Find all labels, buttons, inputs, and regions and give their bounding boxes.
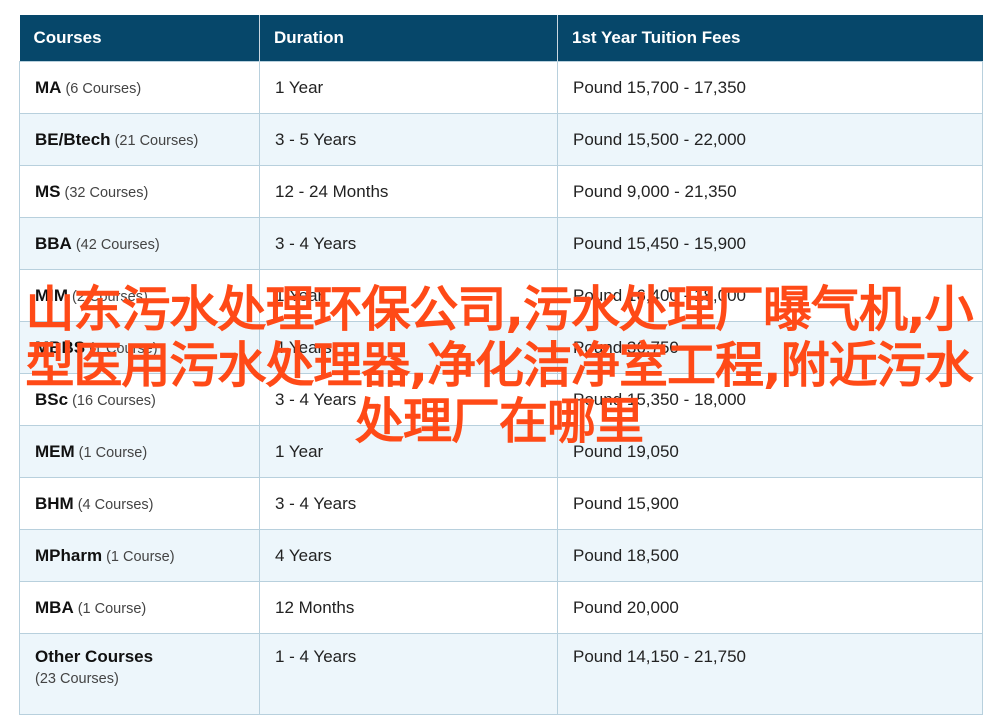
course-count: (42 Courses) (75, 236, 160, 253)
course-name: Other Courses (35, 647, 154, 666)
tuition-fees-cell: Pound 14,150 - 21,750 (557, 633, 983, 715)
header-duration: Duration (259, 15, 558, 62)
table-row: MA (6 Courses) 1 Year Pound 15,700 - 17,350 (19, 61, 983, 114)
course-cell: BBA (42 Courses) (19, 217, 260, 270)
tuition-fees-cell: Pound 18,500 (557, 529, 983, 582)
table-row: BE/Btech (21 Courses) 3 - 5 Years Pound 15,… (19, 113, 983, 166)
header-tuition-fees: 1st Year Tuition Fees (557, 15, 983, 62)
table-row: MS (32 Courses) 12 - 24 Months Pound 9,000 … (19, 165, 983, 218)
header-courses: Courses (19, 15, 260, 62)
course-cell: MBA (1 Course) (19, 581, 260, 634)
course-cell: Other Courses (23 Courses) (19, 633, 260, 715)
duration-cell: 4 Years (259, 529, 558, 582)
course-cell: BE/Btech (21 Courses) (19, 113, 260, 166)
duration-cell: 3 - 5 Years (259, 113, 558, 166)
tuition-fees-cell: Pound 15,900 (557, 477, 983, 530)
course-count: (23 Courses) (35, 671, 119, 687)
course-name: BBA (35, 233, 72, 253)
table-row: BBA (42 Courses) 3 - 4 Years Pound 15,450 -… (19, 217, 983, 270)
tuition-fees-cell: Pound 15,450 - 15,900 (557, 217, 983, 270)
tuition-fees-cell: Pound 9,000 - 21,350 (557, 165, 983, 218)
course-count: (4 Courses) (77, 496, 154, 513)
course-name: BHM (35, 493, 74, 513)
course-cell: MPharm (1 Course) (19, 529, 260, 582)
duration-cell: 3 - 4 Years (259, 477, 558, 530)
course-count: (6 Courses) (65, 80, 142, 97)
course-name: MA (35, 77, 62, 97)
course-name: BE/Btech (35, 129, 111, 149)
duration-cell: 1 - 4 Years (259, 633, 558, 715)
course-name: MBA (35, 597, 74, 617)
table-row: MBA (1 Course) 12 Months Pound 20,000 (19, 581, 983, 634)
course-name: MPharm (35, 545, 103, 565)
course-count: (21 Courses) (114, 132, 199, 149)
tuition-fees-cell: Pound 20,000 (557, 581, 983, 634)
overlay-banner-text: 山东污水处理环保公司,污水处理厂曝气机,小型医用污水处理器,净化洁净室工程,附近… (25, 281, 973, 450)
course-count: (1 Course) (106, 548, 175, 565)
tuition-fees-cell: Pound 15,500 - 22,000 (557, 113, 983, 166)
course-count: (1 Course) (77, 600, 147, 617)
table-row: Other Courses (23 Courses) 1 - 4 Years Poun… (19, 633, 983, 715)
tuition-fees-cell: Pound 15,700 - 17,350 (557, 61, 983, 114)
duration-cell: 12 Months (259, 581, 558, 634)
table-header-row: Courses Duration 1st Year Tuition Fees (19, 15, 983, 62)
duration-cell: 1 Year (259, 61, 558, 114)
table-row: BHM (4 Courses) 3 - 4 Years Pound 15,900 (19, 477, 983, 530)
course-cell: MS (32 Courses) (19, 165, 260, 218)
duration-cell: 3 - 4 Years (259, 217, 558, 270)
course-name: MS (35, 181, 61, 201)
duration-cell: 12 - 24 Months (259, 165, 558, 218)
course-cell: BHM (4 Courses) (19, 477, 260, 530)
course-count: (32 Courses) (64, 184, 149, 201)
table-row: MPharm (1 Course) 4 Years Pound 18,500 (19, 529, 983, 582)
course-cell: MA (6 Courses) (19, 61, 260, 114)
